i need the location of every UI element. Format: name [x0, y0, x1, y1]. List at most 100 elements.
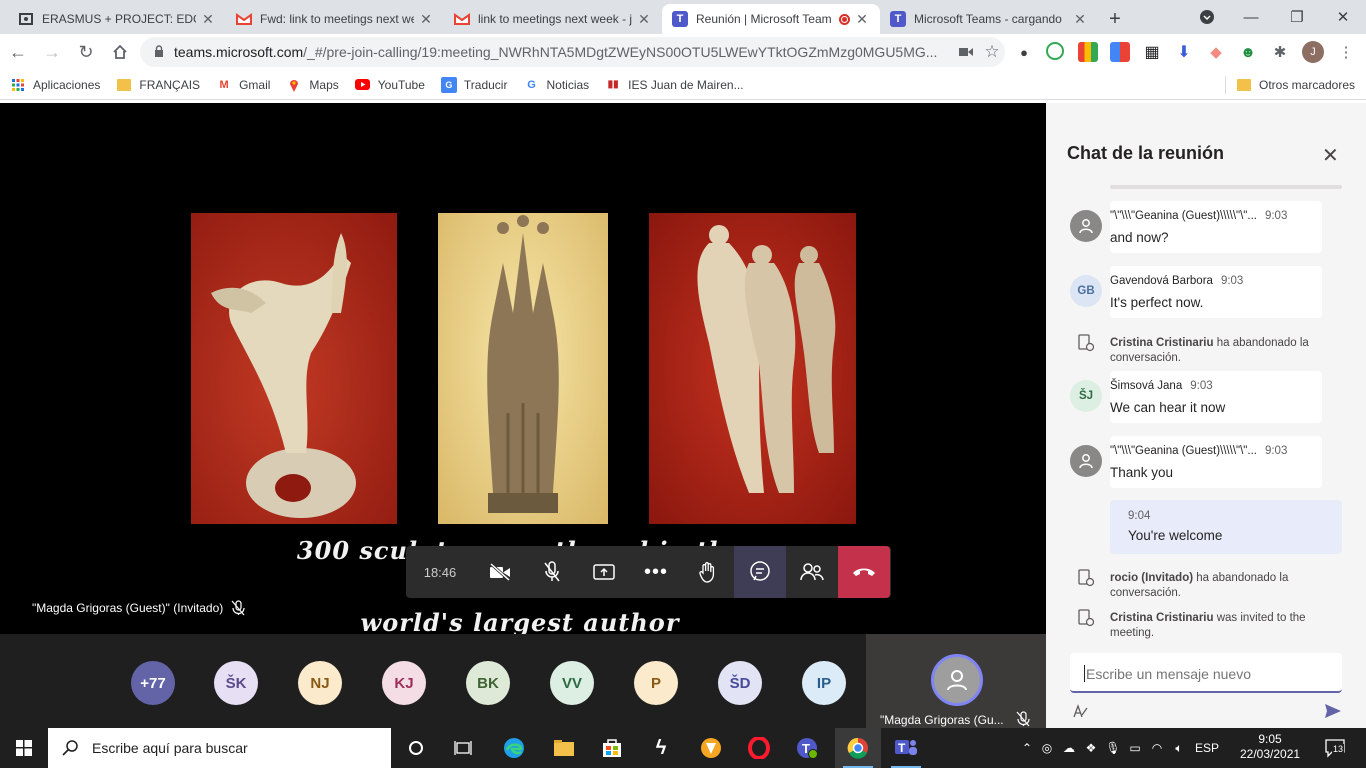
close-icon[interactable]: ✕ — [1072, 11, 1088, 28]
back-button[interactable]: ← — [2, 36, 34, 68]
profile-avatar[interactable]: J — [1302, 41, 1324, 63]
start-button[interactable] — [0, 728, 48, 768]
participant-avatar[interactable]: P — [634, 661, 678, 705]
participant-avatar[interactable]: KJ — [382, 661, 426, 705]
share-screen-button[interactable] — [578, 546, 630, 598]
show-chat-button[interactable] — [734, 546, 786, 598]
message-meta: "\"\\\"Geanina (Guest)\\\\\"\"... 9:03 — [1110, 210, 1287, 222]
share-icon[interactable]: ◆ — [1206, 42, 1226, 62]
search-placeholder: Escribe aquí para buscar — [92, 740, 248, 756]
reload-button[interactable]: ↻ — [70, 36, 102, 68]
close-icon[interactable]: ✕ — [636, 11, 652, 28]
taskbar-clock[interactable]: 9:05 22/03/2021 — [1240, 732, 1300, 762]
camera-icon[interactable] — [953, 44, 979, 60]
grid-icon[interactable]: ▦ — [1142, 42, 1162, 62]
puzzle-icon[interactable]: ✱ — [1270, 42, 1290, 62]
notification-center-button[interactable]: 13 — [1324, 738, 1346, 758]
minimize-button[interactable]: — — [1228, 0, 1274, 34]
close-icon[interactable]: ✕ — [200, 11, 216, 28]
volume-icon[interactable]: 🔈︎ — [1168, 741, 1190, 756]
participant-avatar[interactable]: NJ — [298, 661, 342, 705]
show-participants-button[interactable] — [786, 546, 838, 598]
file-explorer-button[interactable] — [541, 728, 587, 768]
alien-icon[interactable]: ☻ — [1238, 42, 1258, 62]
message-input[interactable] — [1086, 666, 1326, 682]
chat-message[interactable]: Gavendová Barbora 9:03 It's perfect now. — [1110, 266, 1322, 318]
message-text: and now? — [1110, 230, 1169, 245]
close-icon[interactable]: ✕ — [418, 11, 434, 28]
task-view-button[interactable] — [440, 728, 486, 768]
app-lightning-button[interactable]: ϟ — [638, 728, 684, 768]
star-icon[interactable]: ☆ — [979, 42, 1005, 62]
participant-avatar[interactable]: VV — [550, 661, 594, 705]
new-tab-button[interactable]: + — [1098, 4, 1132, 34]
show-hidden-icons-button[interactable]: ⌃ — [1018, 741, 1036, 755]
raise-hand-button[interactable] — [682, 546, 734, 598]
opera-button[interactable] — [736, 728, 782, 768]
participant-avatar[interactable]: IP — [802, 661, 846, 705]
extension-icon-1[interactable]: ● — [1014, 42, 1034, 62]
more-menu-icon[interactable]: ⋮ — [1336, 42, 1356, 62]
bookmark-gmail[interactable]: M Gmail — [216, 77, 270, 93]
participant-avatar[interactable]: ŠD — [718, 661, 762, 705]
my-chat-message[interactable]: 9:04 You're welcome — [1110, 500, 1342, 554]
taskbar-search-box[interactable]: Escribe aquí para buscar — [48, 728, 391, 768]
tab-erasmus[interactable]: ERASMUS + PROJECT: EDGE ✕ — [8, 4, 226, 34]
hang-up-button[interactable] — [838, 546, 890, 598]
bookmark-youtube[interactable]: YouTube — [355, 77, 425, 93]
chrome-taskbar-button[interactable] — [835, 728, 881, 768]
cloud-icon[interactable]: ☁ — [1058, 741, 1080, 755]
battery-icon[interactable]: ▭ — [1124, 741, 1146, 755]
participant-avatar[interactable]: ŠK — [214, 661, 258, 705]
chat-message[interactable]: Šimsová Jana 9:03 We can hear it now — [1110, 371, 1322, 423]
send-button[interactable] — [1324, 703, 1342, 722]
microphone-icon[interactable]: 🎙︎ — [1102, 741, 1124, 755]
close-icon[interactable]: ✕ — [854, 11, 870, 28]
store-button[interactable] — [589, 728, 635, 768]
bookmark-traducir[interactable]: G Traducir — [440, 76, 507, 93]
tab-fwd-link[interactable]: Fwd: link to meetings next we ✕ — [226, 4, 444, 34]
chat-message[interactable]: "\"\\\"Geanina (Guest)\\\\\"\"... 9:03 Th… — [1110, 436, 1322, 488]
tab-reunion-teams[interactable]: T Reunión | Microsoft Team ✕ — [662, 4, 880, 34]
cortana-button[interactable] — [393, 728, 439, 768]
teams-icon: T — [890, 11, 906, 27]
download-arrow-icon[interactable]: ⬇ — [1174, 42, 1194, 62]
bookmark-maps[interactable]: Maps — [286, 77, 339, 93]
bookmark-ies[interactable]: ▮▮ IES Juan de Mairen... — [605, 77, 744, 93]
wifi-icon[interactable]: ◠ — [1146, 741, 1168, 755]
bookmark-otros-marcadores[interactable]: Otros marcadores — [1236, 77, 1355, 93]
extension-icon-2[interactable] — [1046, 42, 1064, 60]
dropbox-icon[interactable]: ❖ — [1080, 741, 1102, 755]
participant-avatar[interactable]: BK — [466, 661, 510, 705]
edge-taskbar-button[interactable] — [491, 728, 537, 768]
extension-icon-3[interactable] — [1078, 42, 1098, 62]
maximize-button[interactable]: ❐ — [1274, 0, 1320, 34]
chat-message[interactable]: "\"\\\"Geanina (Guest)\\\\\"\"... 9:03 an… — [1110, 201, 1322, 253]
forward-button[interactable]: → — [36, 36, 68, 68]
tab-link-meetings[interactable]: link to meetings next week - j ✕ — [444, 4, 662, 34]
close-chat-button[interactable]: ✕ — [1322, 143, 1339, 168]
teams-taskbar-button[interactable]: T — [883, 728, 929, 768]
brave-button[interactable] — [688, 728, 734, 768]
bookmark-aplicaciones[interactable]: Aplicaciones — [10, 77, 100, 93]
teams-classic-button[interactable]: T — [784, 728, 830, 768]
chat-scroll-indicator — [1110, 185, 1342, 189]
compose-box[interactable] — [1070, 653, 1342, 693]
address-bar[interactable]: teams.microsoft.com/_#/pre-join-calling/… — [140, 37, 1005, 67]
bookmark-francais[interactable]: FRANÇAIS — [116, 77, 200, 93]
tab-search-button[interactable] — [1184, 0, 1230, 34]
extension-icon-4[interactable] — [1110, 42, 1130, 62]
mute-button[interactable] — [526, 546, 578, 598]
overflow-participants-avatar[interactable]: +77 — [131, 661, 175, 705]
more-actions-button[interactable]: ••• — [630, 546, 682, 598]
self-video-tile[interactable]: "Magda Grigoras (Gu... — [866, 634, 1046, 728]
camera-tray-icon[interactable]: ◎ — [1036, 741, 1058, 755]
home-button[interactable] — [104, 36, 136, 68]
bookmark-noticias[interactable]: G Noticias — [523, 77, 589, 93]
language-indicator[interactable]: ESP — [1190, 741, 1224, 755]
window-close-button[interactable]: ✕ — [1320, 0, 1366, 34]
tab-teams-loading[interactable]: T Microsoft Teams - cargando ✕ — [880, 4, 1098, 34]
format-button[interactable] — [1072, 703, 1088, 722]
bookmark-label: YouTube — [377, 77, 425, 92]
camera-off-button[interactable] — [474, 546, 526, 598]
